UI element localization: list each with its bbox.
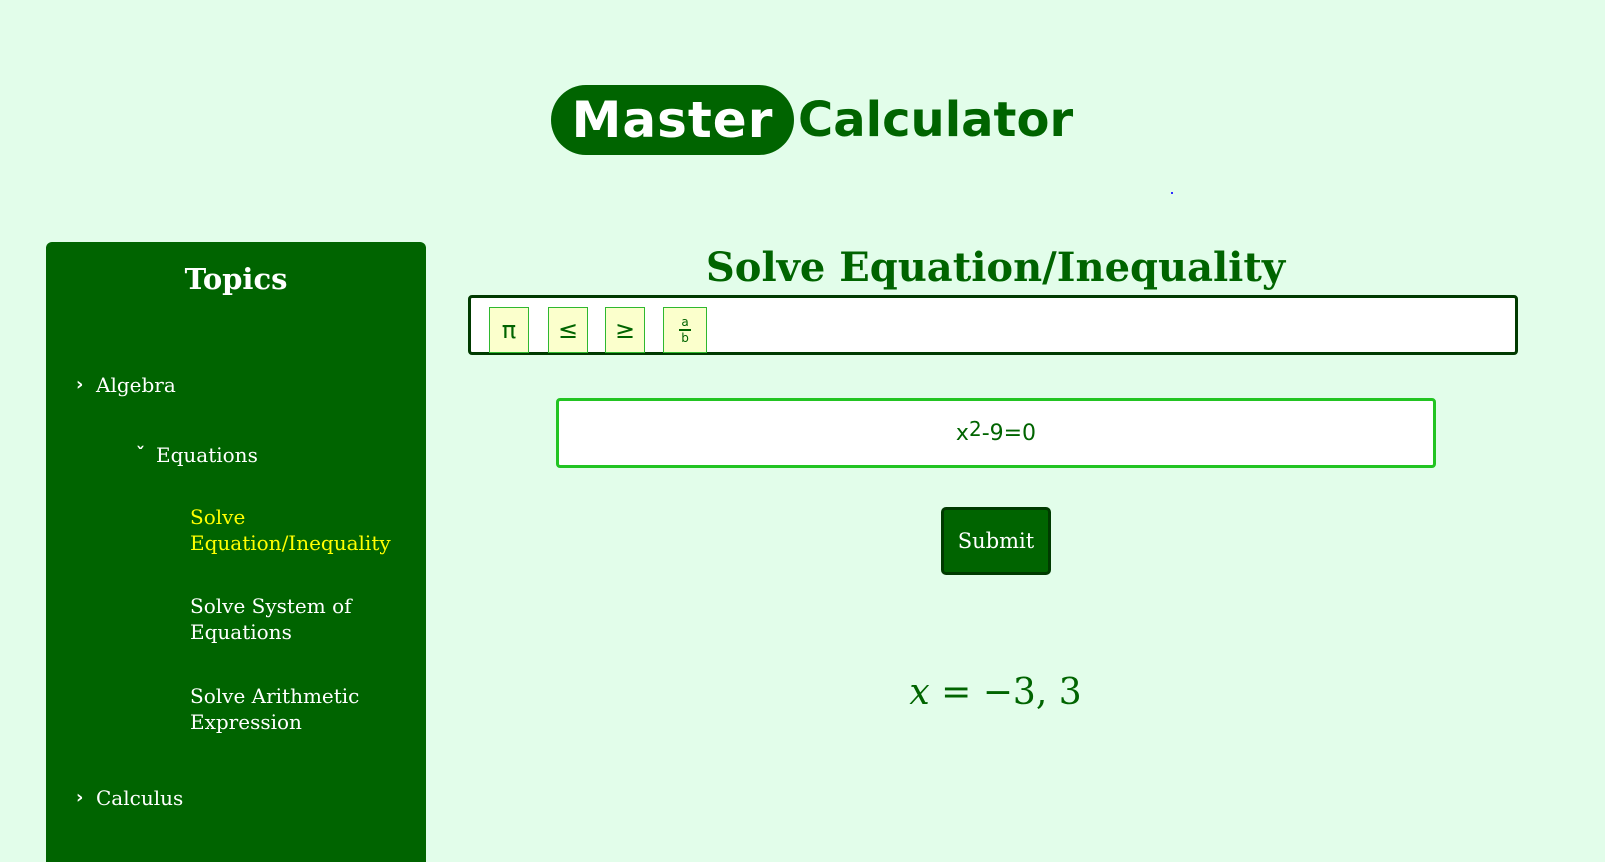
sidebar-item-solve-system[interactable]: Solve System of Equations bbox=[190, 593, 410, 645]
equation-base: x bbox=[955, 420, 969, 446]
equation-rest: -9=0 bbox=[981, 420, 1037, 446]
symbol-toolbar: π ≤ ≥ a b bbox=[468, 295, 1518, 355]
sidebar-item-algebra[interactable]: › Algebra bbox=[76, 372, 176, 398]
submit-button[interactable]: Submit bbox=[941, 507, 1051, 575]
sidebar-title: Topics bbox=[184, 262, 288, 296]
solution-values: = −3, 3 bbox=[941, 672, 1082, 713]
fraction-numerator: a bbox=[681, 315, 689, 329]
solution-variable: x bbox=[909, 672, 930, 713]
sidebar-item-label: Equations bbox=[156, 443, 258, 467]
fraction-icon: a b bbox=[679, 316, 691, 344]
less-equal-symbol-button[interactable]: ≤ bbox=[548, 307, 588, 353]
brand-text: Calculator bbox=[798, 92, 1074, 148]
equation-input[interactable]: x 2 -9=0 bbox=[556, 398, 1436, 468]
brand-logo[interactable]: Master Calculator bbox=[551, 84, 1073, 156]
brand-pill: Master bbox=[551, 85, 794, 155]
fraction-denominator: b bbox=[681, 331, 689, 345]
topics-sidebar: Topics › Algebra ˇ Equations Solve Equat… bbox=[46, 242, 426, 862]
chevron-down-icon: ˇ bbox=[136, 444, 145, 465]
greater-equal-symbol-button[interactable]: ≥ bbox=[605, 307, 645, 353]
solution-output: x = −3, 3 bbox=[468, 672, 1523, 713]
fraction-button[interactable]: a b bbox=[663, 307, 707, 353]
sidebar-item-calculus[interactable]: › Calculus bbox=[76, 785, 183, 811]
pi-symbol-button[interactable]: π bbox=[489, 307, 529, 353]
stray-dot bbox=[1171, 192, 1173, 194]
chevron-right-icon: › bbox=[76, 374, 84, 395]
equation-exponent: 2 bbox=[968, 417, 982, 441]
chevron-right-icon: › bbox=[76, 787, 84, 808]
sidebar-item-solve-arithmetic[interactable]: Solve Arithmetic Expression bbox=[190, 683, 410, 735]
sidebar-item-solve-equation[interactable]: Solve Equation/Inequality bbox=[190, 504, 410, 556]
sidebar-item-label: Algebra bbox=[96, 373, 176, 397]
page-title: Solve Equation/Inequality bbox=[705, 244, 1286, 291]
sidebar-item-label: Calculus bbox=[96, 786, 184, 810]
sidebar-item-equations[interactable]: ˇ Equations bbox=[136, 442, 258, 468]
